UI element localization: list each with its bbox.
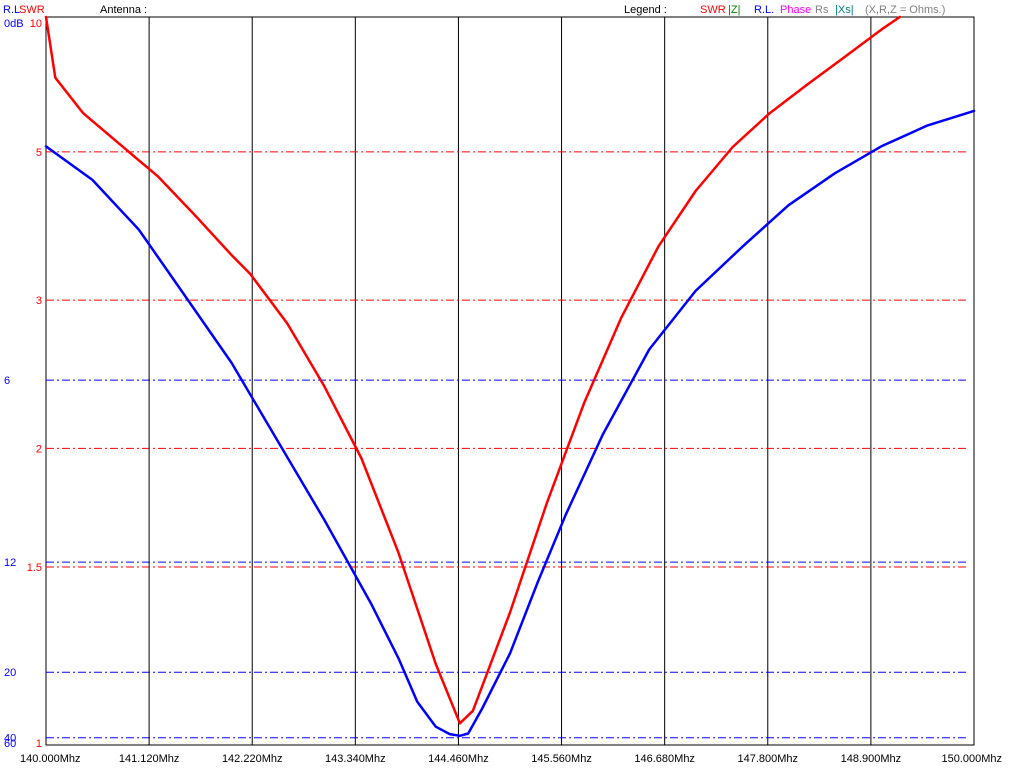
legend-item-5: |Xs| — [835, 4, 854, 16]
rl-tick-label: 60 — [4, 738, 16, 750]
legend-item-1: |Z| — [728, 4, 740, 16]
rl-tick-label: 6 — [4, 375, 10, 387]
swr-tick-label: 3 — [36, 295, 42, 307]
x-tick-label: 144.460Mhz — [428, 753, 489, 765]
x-tick-label: 142.220Mhz — [222, 753, 283, 765]
rl-tick-label: 20 — [4, 667, 16, 679]
x-axis-ticks: 140.000Mhz 141.120Mhz 142.220Mhz 143.340Mhz… — [20, 753, 1002, 765]
x-tick-label: 147.800Mhz — [738, 753, 799, 765]
rl-axis-title: R.L — [3, 4, 20, 16]
plot-area — [45, 16, 975, 746]
rl-tick-label: 12 — [4, 557, 16, 569]
y-axis-ticks: 0dB612204060105321.51 — [4, 18, 42, 750]
x-tick-label: 143.340Mhz — [325, 753, 386, 765]
x-tick-label: 145.560Mhz — [531, 753, 592, 765]
swr-tick-label: 2 — [36, 443, 42, 455]
legend-item-2: R.L. — [754, 4, 774, 16]
swr-tick-label: 10 — [30, 18, 42, 30]
swr-tick-label: 1 — [36, 738, 42, 750]
x-tick-label: 150.000Mhz — [941, 753, 1002, 765]
chart-title: Antenna : — [100, 4, 147, 16]
legend-item-4: Rs — [815, 4, 829, 16]
rl-tick-label: 0dB — [4, 18, 24, 30]
chart-canvas: R.L SWR Antenna : Legend : SWR |Z| R.L. Pha… — [3, 4, 1002, 765]
legend-item-3: Phase — [780, 4, 811, 16]
legend-label: Legend : — [624, 4, 667, 16]
swr-tick-label: 1.5 — [27, 562, 42, 574]
legend: SWR |Z| R.L. Phase Rs |Xs| (X,R,Z = Ohms.) — [700, 4, 945, 16]
swr-axis-title: SWR — [19, 4, 45, 16]
legend-item-6: (X,R,Z = Ohms.) — [865, 4, 945, 16]
x-tick-label: 148.900Mhz — [841, 753, 902, 765]
x-tick-label: 146.680Mhz — [634, 753, 695, 765]
legend-item-0: SWR — [700, 4, 726, 16]
x-tick-label: 141.120Mhz — [119, 753, 180, 765]
x-tick-label: 140.000Mhz — [20, 753, 81, 765]
swr-tick-label: 5 — [36, 147, 42, 159]
